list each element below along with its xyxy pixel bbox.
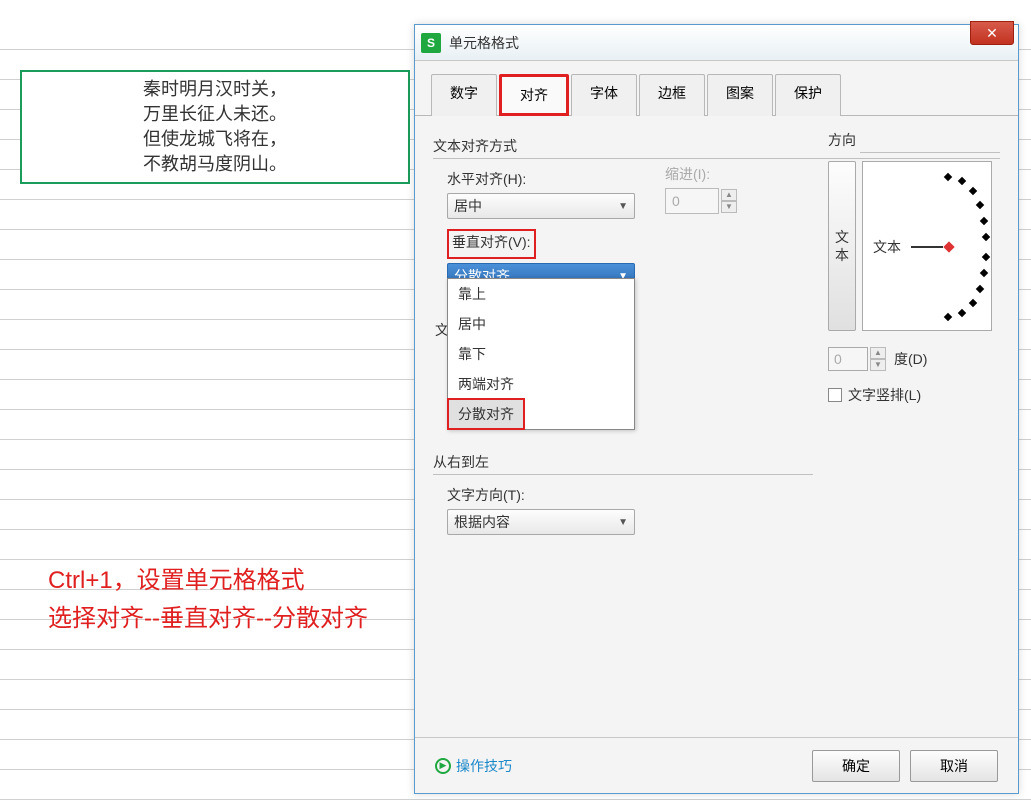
text-direction-combo[interactable]: 根据内容 ▼ bbox=[447, 509, 635, 535]
direction-title: 方向 bbox=[828, 132, 856, 148]
indent-input[interactable] bbox=[665, 188, 719, 214]
tab-bar: 数字 对齐 字体 边框 图案 保护 bbox=[415, 61, 1018, 116]
h-align-value: 居中 bbox=[454, 196, 482, 216]
dialog-body: 文本对齐方式 水平对齐(H): 居中 ▼ 缩进(I): ▲ ▼ 垂直对齐(V): bbox=[415, 116, 1018, 776]
vertical-text-label: 文本 bbox=[835, 228, 849, 264]
checkbox-icon[interactable] bbox=[828, 388, 842, 402]
vertical-text-button[interactable]: 文本 bbox=[828, 161, 856, 331]
degree-label: 度(D) bbox=[894, 349, 927, 369]
selected-cell[interactable]: 秦时明月汉时关， 万里长征人未还。 但使龙城飞将在， 不教胡马度阴山。 bbox=[20, 70, 410, 184]
dial-center-icon bbox=[943, 241, 954, 252]
v-align-option-top[interactable]: 靠上 bbox=[448, 279, 634, 309]
dialog-titlebar[interactable]: S 单元格格式 ✕ bbox=[415, 25, 1018, 61]
text-rotation-dial[interactable]: 文本 bbox=[862, 161, 992, 331]
tab-protection[interactable]: 保护 bbox=[775, 74, 841, 116]
help-label: 操作技巧 bbox=[456, 756, 512, 776]
tab-pattern[interactable]: 图案 bbox=[707, 74, 773, 116]
close-icon: ✕ bbox=[986, 25, 998, 42]
v-align-label: 垂直对齐(V): bbox=[452, 232, 531, 252]
v-align-option-center[interactable]: 居中 bbox=[448, 309, 634, 339]
v-align-option-distributed[interactable]: 分散对齐 bbox=[447, 398, 525, 430]
vertical-text-checkbox-label: 文字竖排(L) bbox=[848, 385, 921, 405]
chevron-down-icon: ▼ bbox=[618, 201, 628, 212]
tab-border[interactable]: 边框 bbox=[639, 74, 705, 116]
help-link[interactable]: ▶ 操作技巧 bbox=[435, 756, 512, 776]
v-align-option-bottom[interactable]: 靠下 bbox=[448, 339, 634, 369]
degree-input[interactable] bbox=[828, 347, 868, 371]
cell-content: 秦时明月汉时关， 万里长征人未还。 但使龙城飞将在， 不教胡马度阴山。 bbox=[143, 77, 287, 178]
instruction-text: Ctrl+1，设置单元格格式 选择对齐--垂直对齐--分散对齐 bbox=[48, 562, 368, 639]
rtl-section-title: 从右到左 bbox=[433, 454, 495, 470]
text-direction-label: 文字方向(T): bbox=[447, 485, 525, 505]
play-icon: ▶ bbox=[435, 758, 451, 774]
degree-down-button[interactable]: ▼ bbox=[870, 359, 886, 371]
degree-row: ▲ ▼ 度(D) bbox=[828, 347, 1000, 371]
dial-line-icon bbox=[911, 246, 943, 248]
indent-label: 缩进(I): bbox=[665, 164, 710, 184]
dialog-title: 单元格格式 bbox=[449, 33, 519, 53]
v-align-label-highlight: 垂直对齐(V): bbox=[447, 229, 536, 259]
cell-format-dialog: S 单元格格式 ✕ 数字 对齐 字体 边框 图案 保护 文本对齐方式 水平对齐(… bbox=[414, 24, 1019, 794]
tab-font[interactable]: 字体 bbox=[571, 74, 637, 116]
indent-down-button[interactable]: ▼ bbox=[721, 201, 737, 213]
text-direction-value: 根据内容 bbox=[454, 512, 510, 532]
h-align-combo[interactable]: 居中 ▼ bbox=[447, 193, 635, 219]
close-button[interactable]: ✕ bbox=[970, 21, 1014, 45]
chevron-down-icon: ▼ bbox=[618, 517, 628, 528]
cancel-button[interactable]: 取消 bbox=[910, 750, 998, 782]
vertical-text-checkbox-row[interactable]: 文字竖排(L) bbox=[828, 385, 1000, 405]
app-icon: S bbox=[421, 33, 441, 53]
v-align-option-justify[interactable]: 两端对齐 bbox=[448, 369, 634, 399]
rtl-section: 从右到左 文字方向(T): 根据内容 ▼ bbox=[433, 446, 813, 541]
v-align-dropdown: 靠上 居中 靠下 两端对齐 分散对齐 bbox=[447, 278, 635, 430]
dialog-footer: ▶ 操作技巧 确定 取消 bbox=[415, 737, 1018, 793]
degree-spinner[interactable]: ▲ ▼ bbox=[828, 347, 886, 371]
h-align-label: 水平对齐(H): bbox=[447, 169, 526, 189]
direction-panel: 方向 文本 文本 bbox=[828, 130, 1000, 405]
tab-number[interactable]: 数字 bbox=[431, 74, 497, 116]
indent-up-button[interactable]: ▲ bbox=[721, 189, 737, 201]
degree-up-button[interactable]: ▲ bbox=[870, 347, 886, 359]
indent-spinner[interactable]: ▲ ▼ bbox=[665, 188, 737, 214]
ok-button[interactable]: 确定 bbox=[812, 750, 900, 782]
dial-label: 文本 bbox=[873, 237, 901, 257]
indent-block: 缩进(I): ▲ ▼ bbox=[665, 164, 737, 214]
tab-alignment[interactable]: 对齐 bbox=[499, 74, 569, 116]
